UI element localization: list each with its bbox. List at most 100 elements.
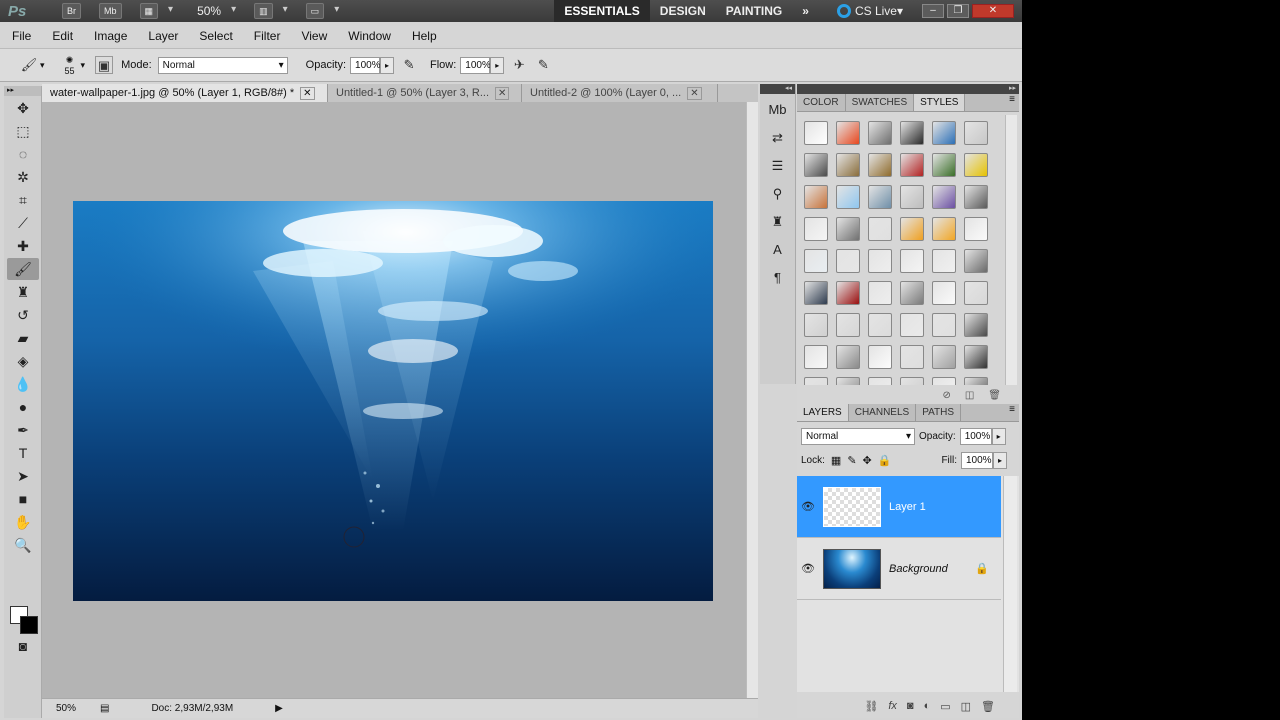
style-preset-swatch[interactable] — [932, 313, 956, 337]
layer-style-icon[interactable]: fx — [888, 700, 897, 712]
adjustment-layer-icon[interactable]: ◐ — [924, 700, 931, 712]
style-preset-swatch[interactable] — [932, 153, 956, 177]
style-preset-swatch[interactable] — [932, 249, 956, 273]
eye-icon[interactable]: 👁 — [797, 562, 819, 575]
background-color-swatch[interactable] — [20, 616, 38, 634]
style-preset-swatch[interactable] — [932, 217, 956, 241]
style-preset-swatch[interactable] — [964, 345, 988, 369]
menu-view[interactable]: View — [289, 29, 336, 43]
style-preset-swatch[interactable] — [804, 153, 828, 177]
tab-color[interactable]: COLOR — [797, 94, 846, 111]
tab-styles[interactable]: STYLES — [914, 94, 966, 111]
maximize-button[interactable]: ❐ — [947, 4, 969, 18]
flow-slider-button[interactable]: ▸ — [490, 56, 505, 74]
workspace-essentials[interactable]: ESSENTIALS — [554, 0, 650, 22]
brush-icon[interactable]: ⚲ — [765, 182, 791, 206]
style-preset-swatch[interactable] — [868, 281, 892, 305]
style-preset-swatch[interactable] — [964, 153, 988, 177]
mini-bridge-icon[interactable]: Mb — [765, 98, 791, 122]
style-preset-swatch[interactable] — [964, 217, 988, 241]
pen-tool-icon[interactable]: ✒ — [7, 419, 39, 441]
zoom-level[interactable]: 50% — [197, 4, 221, 18]
extras-button[interactable]: ▦ — [139, 3, 159, 19]
eraser-tool-icon[interactable]: ▰ — [7, 327, 39, 349]
eye-icon[interactable]: 👁 — [797, 500, 819, 513]
style-preset-swatch[interactable] — [804, 313, 828, 337]
more-workspaces-button[interactable]: » — [792, 0, 819, 22]
style-preset-swatch[interactable] — [868, 313, 892, 337]
minimize-button[interactable]: – — [922, 4, 944, 18]
style-preset-swatch[interactable] — [836, 281, 860, 305]
layer-opacity-field[interactable]: 100% — [959, 427, 992, 445]
paragraph-icon[interactable]: ¶ — [765, 266, 791, 290]
style-preset-swatch[interactable] — [964, 377, 988, 385]
history-brush-tool-icon[interactable]: ↺ — [7, 304, 39, 326]
chevron-down-icon[interactable]: ▾ — [227, 3, 240, 19]
menu-help[interactable]: Help — [400, 29, 446, 43]
workspace-design[interactable]: DESIGN — [650, 0, 716, 22]
style-preset-swatch[interactable] — [836, 121, 860, 145]
style-preset-swatch[interactable] — [900, 313, 924, 337]
layer-row-layer-1[interactable]: 👁 Layer 1 — [797, 476, 1001, 538]
menu-edit[interactable]: Edit — [40, 29, 82, 43]
link-layers-icon[interactable]: ⛓ — [864, 700, 878, 713]
style-preset-swatch[interactable] — [868, 249, 892, 273]
style-preset-swatch[interactable] — [804, 217, 828, 241]
panel-menu-icon[interactable]: ≡ — [1009, 404, 1019, 421]
fill-field[interactable]: 100% — [961, 451, 993, 469]
bridge-button[interactable]: Br — [62, 3, 81, 19]
dodge-tool-icon[interactable]: ● — [7, 396, 39, 418]
style-preset-swatch[interactable] — [804, 281, 828, 305]
style-preset-swatch[interactable] — [932, 121, 956, 145]
opacity-slider-button[interactable]: ▸ — [380, 56, 395, 74]
new-layer-icon[interactable]: ◫ — [961, 700, 971, 713]
menu-select[interactable]: Select — [187, 29, 241, 43]
history-icon[interactable]: ⇄ — [765, 126, 791, 150]
style-preset-swatch[interactable] — [868, 185, 892, 209]
style-preset-swatch[interactable] — [836, 377, 860, 385]
lock-image-icon[interactable]: ✎ — [847, 454, 856, 467]
brush-tool-icon[interactable]: 🖌 — [7, 258, 39, 280]
chevron-down-icon[interactable]: ▾ — [164, 3, 177, 19]
style-preset-swatch[interactable] — [964, 249, 988, 273]
clone-source-icon[interactable]: ♜ — [765, 210, 791, 234]
panel-menu-icon[interactable]: ≡ — [1009, 94, 1019, 111]
lock-all-icon[interactable]: 🔒 — [878, 454, 892, 467]
close-button[interactable]: ✕ — [972, 4, 1014, 18]
style-preset-swatch[interactable] — [964, 281, 988, 305]
crop-tool-icon[interactable]: ⌗ — [7, 189, 39, 211]
style-preset-swatch[interactable] — [836, 153, 860, 177]
menu-file[interactable]: File — [0, 29, 40, 43]
style-preset-swatch[interactable] — [836, 249, 860, 273]
fill-slider-button[interactable]: ▸ — [993, 451, 1007, 469]
chevron-down-icon[interactable]: ▾ — [81, 60, 86, 71]
vertical-scrollbar[interactable] — [746, 102, 758, 698]
tab-untitled-1[interactable]: Untitled-1 @ 50% (Layer 3, R... ✕ — [328, 84, 522, 102]
blur-tool-icon[interactable]: 💧 — [7, 373, 39, 395]
tab-layers[interactable]: LAYERS — [797, 404, 849, 421]
pressure-opacity-icon[interactable]: ✎ — [400, 56, 418, 74]
style-preset-swatch[interactable] — [836, 185, 860, 209]
zoom-tool-icon[interactable]: 🔍 — [7, 534, 39, 556]
lock-position-icon[interactable]: ✥ — [863, 454, 872, 467]
shape-tool-icon[interactable]: ■ — [7, 488, 39, 510]
cs-live-menu[interactable]: CS Live ▾ — [836, 4, 903, 18]
flow-field[interactable]: 100% — [460, 56, 491, 74]
brush-preset-icon[interactable]: 🖌 — [20, 56, 38, 74]
new-group-icon[interactable]: ▭ — [940, 700, 950, 713]
delete-layer-icon[interactable]: 🗑 — [981, 700, 995, 713]
layers-scrollbar[interactable] — [1003, 476, 1017, 692]
status-menu-arrow-icon[interactable]: ▶ — [275, 703, 283, 714]
style-preset-swatch[interactable] — [836, 217, 860, 241]
styles-panel-collapse-icon[interactable]: ▸▸ — [797, 84, 1019, 94]
style-preset-swatch[interactable] — [932, 281, 956, 305]
new-style-icon[interactable]: ◫ — [965, 390, 974, 401]
tab-water-wallpaper[interactable]: water-wallpaper-1.jpg @ 50% (Layer 1, RG… — [42, 84, 328, 102]
style-preset-swatch[interactable] — [900, 217, 924, 241]
style-preset-swatch[interactable] — [868, 345, 892, 369]
style-preset-swatch[interactable] — [804, 377, 828, 385]
style-preset-swatch[interactable] — [964, 185, 988, 209]
move-tool-icon[interactable]: ✥ — [7, 97, 39, 119]
style-preset-swatch[interactable] — [868, 217, 892, 241]
style-preset-swatch[interactable] — [836, 313, 860, 337]
